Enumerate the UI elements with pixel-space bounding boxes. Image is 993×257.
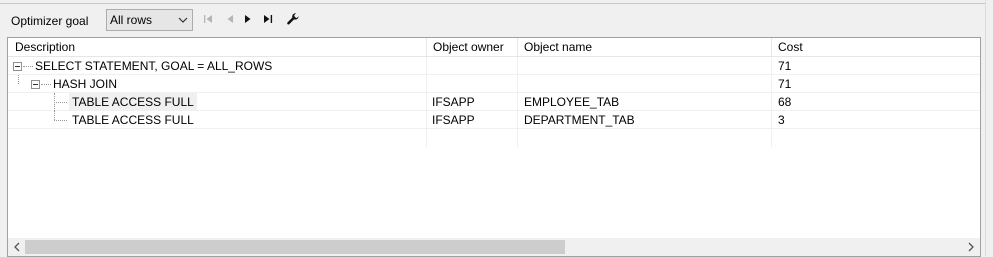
description-cell: TABLE ACCESS FULL [72, 113, 194, 127]
column-divider[interactable] [426, 38, 427, 57]
previous-icon[interactable] [222, 11, 238, 27]
description-cell: TABLE ACCESS FULL [69, 93, 197, 111]
tree-connector [54, 102, 67, 103]
wrench-icon[interactable] [285, 11, 301, 27]
last-icon[interactable] [260, 11, 276, 27]
window-edge [985, 0, 993, 256]
chevron-left-icon[interactable] [10, 240, 24, 254]
tree-connector [23, 66, 33, 67]
cost-cell: 3 [778, 113, 785, 127]
execution-plan-grid: Description Object owner Object name Cos… [7, 37, 981, 257]
column-divider[interactable] [771, 38, 772, 57]
object-owner-cell: IFSAPP [432, 113, 475, 127]
optimizer-goal-select[interactable]: All rows [106, 9, 193, 31]
column-header-description[interactable]: Description [10, 38, 75, 57]
description-cell: HASH JOIN [53, 77, 118, 91]
collapse-icon[interactable] [13, 62, 22, 71]
optimizer-goal-label: Optimizer goal [11, 14, 89, 28]
column-header-cost[interactable]: Cost [773, 38, 803, 57]
tree-connector [18, 75, 19, 84]
scrollbar-thumb[interactable] [25, 240, 565, 254]
toolbar: Optimizer goal All rows [0, 6, 985, 36]
table-row[interactable]: SELECT STATEMENT, GOAL = ALL_ROWS 71 [8, 57, 980, 75]
cost-cell: 71 [778, 59, 792, 73]
grid-header: Description Object owner Object name Cos… [8, 38, 980, 57]
table-row[interactable]: TABLE ACCESS FULL IFSAPP DEPARTMENT_TAB … [8, 111, 980, 129]
chevron-right-icon[interactable] [964, 240, 978, 254]
optimizer-goal-value: All rows [110, 13, 153, 27]
first-icon[interactable] [201, 11, 217, 27]
object-name-cell: DEPARTMENT_TAB [524, 113, 635, 127]
table-row[interactable]: HASH JOIN 71 [8, 75, 980, 93]
tree-connector [41, 84, 51, 85]
object-name-cell: EMPLOYEE_TAB [524, 95, 620, 109]
top-border [0, 0, 993, 4]
column-header-object-owner[interactable]: Object owner [428, 38, 504, 57]
object-owner-cell: IFSAPP [432, 95, 475, 109]
next-icon[interactable] [240, 11, 256, 27]
horizontal-scrollbar[interactable] [8, 238, 980, 256]
collapse-icon[interactable] [31, 80, 40, 89]
table-row[interactable]: TABLE ACCESS FULL IFSAPP EMPLOYEE_TAB 68 [8, 93, 980, 111]
tree-connector [54, 111, 55, 120]
chevron-down-icon [177, 13, 189, 27]
column-divider[interactable] [517, 38, 518, 57]
cost-cell: 71 [778, 77, 792, 91]
description-cell: SELECT STATEMENT, GOAL = ALL_ROWS [35, 59, 273, 73]
tree-connector [54, 120, 67, 121]
column-header-object-name[interactable]: Object name [519, 38, 592, 57]
cost-cell: 68 [778, 95, 792, 109]
